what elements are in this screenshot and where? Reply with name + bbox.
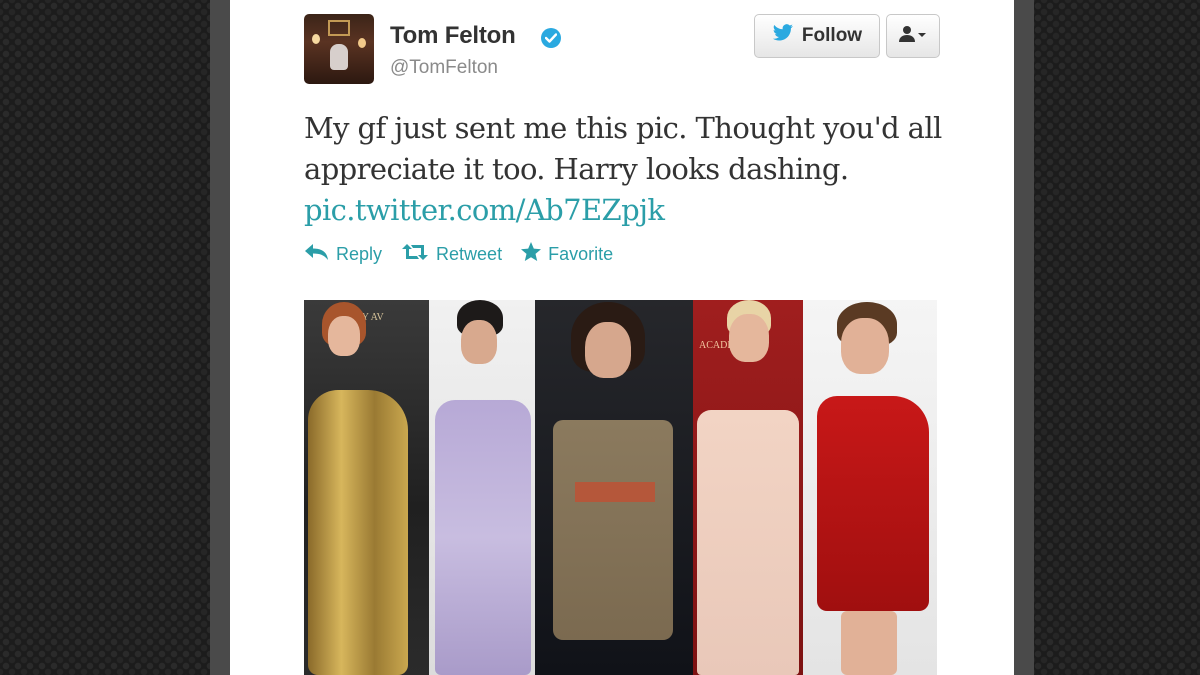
panel-2-lilac-dress <box>435 400 531 675</box>
panel-3-brown-dress <box>553 420 673 640</box>
panel-1-head <box>328 316 360 356</box>
reply-label: Reply <box>336 244 383 264</box>
author-name[interactable]: Tom Felton <box>390 22 516 50</box>
reply-button[interactable]: Reply <box>304 243 382 266</box>
panel-1-gold-dress <box>308 390 408 675</box>
avatar-lamp-2 <box>358 38 366 48</box>
tweet-photo[interactable]: MMY AV ACADEM <box>304 300 937 675</box>
star-icon <box>520 242 542 267</box>
avatar-person <box>330 44 348 70</box>
reply-arrow-icon <box>304 243 330 266</box>
panel-5-red-dress <box>817 396 929 611</box>
author-handle[interactable]: @TomFelton <box>390 57 498 79</box>
panel-4-pink-dress <box>697 410 799 675</box>
photo-panel-2 <box>429 300 535 675</box>
user-dropdown-button[interactable] <box>886 14 940 58</box>
avatar-lamp <box>312 34 320 44</box>
avatar-picture-frame <box>328 20 350 36</box>
photo-panel-1: MMY AV <box>304 300 429 675</box>
panel-2-head <box>461 320 497 364</box>
panel-4-head <box>729 314 769 362</box>
retweet-label: Retweet <box>436 244 503 264</box>
panel-3-belt <box>575 482 655 502</box>
photo-panel-5 <box>803 300 937 675</box>
photo-panel-4: ACADEM <box>693 300 803 675</box>
tweet-media-link[interactable]: pic.twitter.com/Ab7EZpjk <box>304 190 984 231</box>
panel-5-legs <box>841 611 897 675</box>
retweet-icon <box>400 243 430 266</box>
avatar[interactable] <box>304 14 374 84</box>
user-dropdown-icon <box>898 25 928 48</box>
tweet-actions: Reply Retweet Favorite <box>304 242 613 267</box>
twitter-bird-icon <box>772 24 794 48</box>
favorite-button[interactable]: Favorite <box>520 242 613 267</box>
tweet-body: My gf just sent me this pic. Thought you… <box>304 111 942 186</box>
follow-button-label: Follow <box>801 25 863 46</box>
tweet-text: My gf just sent me this pic. Thought you… <box>304 108 984 231</box>
photo-panel-3 <box>535 300 693 675</box>
panel-3-head <box>585 322 631 378</box>
retweet-button[interactable]: Retweet <box>400 243 502 266</box>
favorite-label: Favorite <box>548 244 614 264</box>
panel-5-head <box>841 318 889 374</box>
follow-button[interactable]: Follow <box>754 14 880 58</box>
verified-badge-icon <box>541 28 561 48</box>
